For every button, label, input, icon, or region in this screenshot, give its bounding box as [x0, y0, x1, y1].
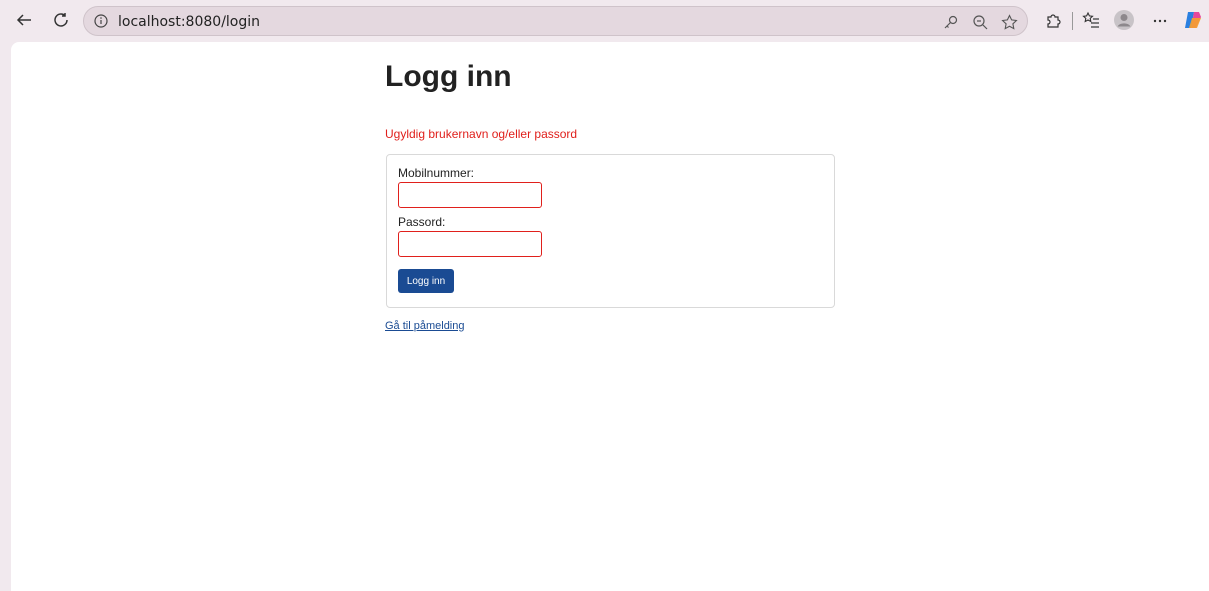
url-text[interactable]: localhost:8080/login: [118, 14, 260, 30]
password-input[interactable]: [398, 231, 542, 257]
reload-icon[interactable]: [49, 8, 73, 32]
avatar[interactable]: [1113, 9, 1135, 31]
browser-toolbar: localhost:8080/login: [0, 0, 1209, 42]
back-arrow-icon[interactable]: [12, 8, 36, 32]
signup-link[interactable]: Gå til påmelding: [385, 320, 465, 332]
login-button[interactable]: Logg inn: [398, 269, 454, 293]
page-viewport: Logg inn Ugyldig brukernavn og/eller pas…: [11, 42, 1209, 591]
password-label: Passord:: [398, 215, 446, 229]
login-form: Mobilnummer: Passord: Logg inn: [386, 154, 835, 308]
favorites-list-icon[interactable]: [1080, 9, 1102, 31]
phone-input[interactable]: [398, 182, 542, 208]
key-icon[interactable]: [942, 13, 960, 31]
info-icon[interactable]: [94, 14, 108, 28]
extensions-icon[interactable]: [1042, 9, 1064, 31]
phone-label: Mobilnummer:: [398, 166, 475, 180]
address-bar[interactable]: localhost:8080/login: [83, 6, 1028, 36]
error-message: Ugyldig brukernavn og/eller passord: [385, 127, 578, 141]
toolbar-divider: [1072, 12, 1073, 30]
zoom-out-icon[interactable]: [971, 13, 989, 31]
copilot-icon[interactable]: [1182, 9, 1204, 31]
star-icon[interactable]: [1000, 13, 1018, 31]
page-title: Logg inn: [385, 60, 512, 93]
more-icon[interactable]: [1149, 9, 1171, 31]
